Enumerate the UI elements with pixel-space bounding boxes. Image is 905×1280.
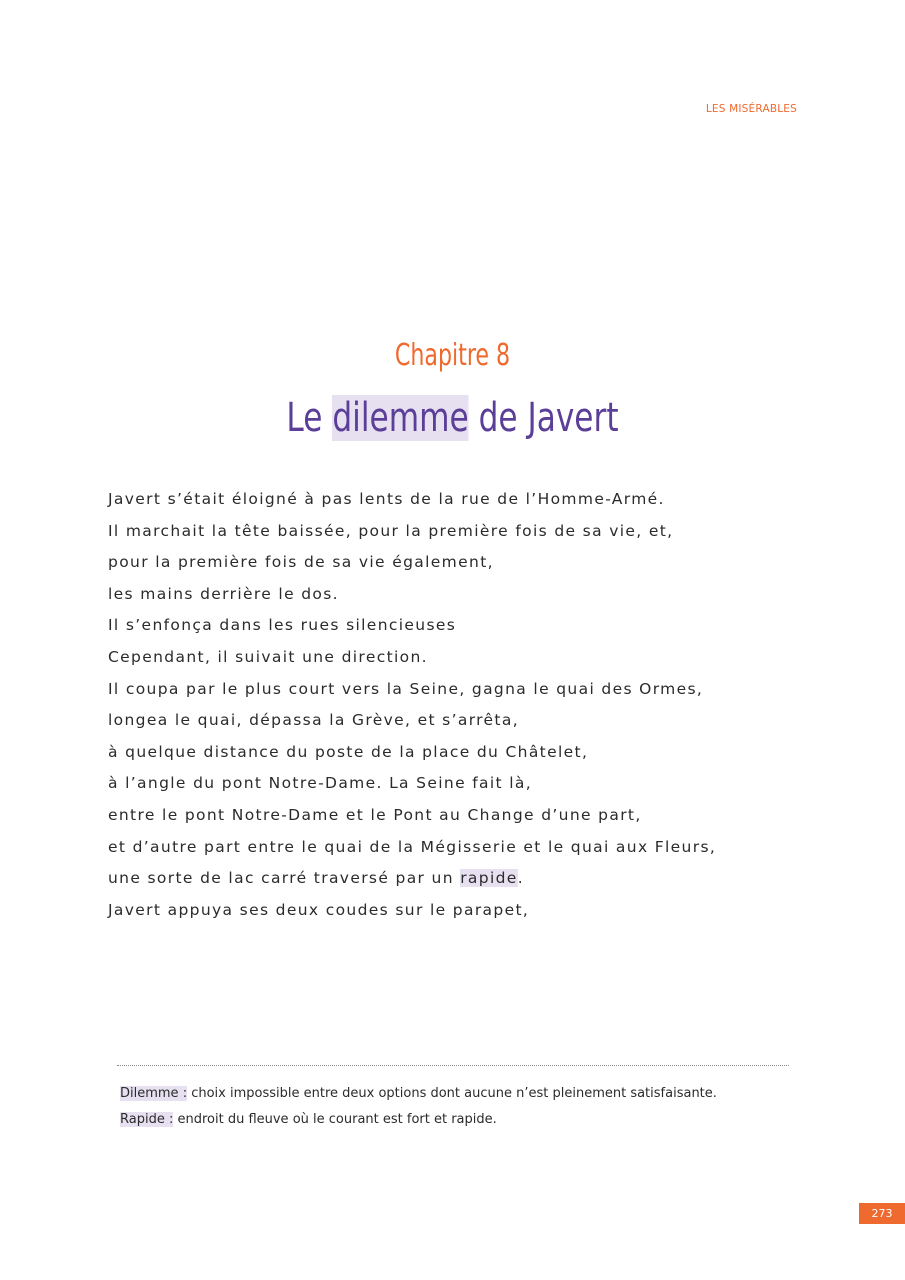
glossary-note-rapide: Rapide : endroit du fleuve où le courant…: [120, 1110, 760, 1130]
text-line: Javert appuya ses deux coudes sur le par…: [108, 900, 530, 919]
text-line: à quelque distance du poste de la place …: [108, 742, 589, 761]
chapter-title-highlighted-word: dilemme: [332, 395, 469, 441]
text-line: Javert s’était éloigné à pas lents de la…: [108, 490, 665, 508]
highlighted-word-rapide: rapide: [460, 869, 518, 888]
glossary-notes: Dilemme : choix impossible entre deux op…: [120, 1084, 760, 1136]
chapter-title-end: de Javert: [468, 395, 619, 441]
chapter-title-start: Le: [286, 395, 333, 441]
chapter-text: Javert s’était éloigné à pas lents de la…: [108, 484, 808, 926]
glossary-definition: choix impossible entre deux options dont…: [187, 1086, 717, 1101]
glossary-definition: endroit du fleuve où le courant est fort…: [173, 1112, 497, 1127]
chapter-label: Chapitre 8: [394, 338, 511, 373]
text-line-end: .: [517, 869, 524, 888]
text-line-start: une sorte de lac carré traversé par un: [108, 869, 461, 888]
text-line: et d’autre part entre le quai de la Mégi…: [108, 837, 717, 856]
text-line: entre le pont Notre-Dame et le Pont au C…: [108, 805, 642, 824]
text-line-with-highlight: une sorte de lac carré traversé par un r…: [108, 863, 808, 895]
glossary-note-dilemme: Dilemme : choix impossible entre deux op…: [120, 1084, 760, 1104]
text-line: à l’angle du pont Notre-Dame. La Seine f…: [108, 774, 533, 793]
footnote-divider: [117, 1065, 789, 1066]
glossary-term: Rapide :: [120, 1112, 174, 1127]
page-number: 273: [859, 1203, 905, 1224]
text-line: les mains derrière le dos.: [108, 584, 339, 603]
text-line: Cependant, il suivait une direction.: [108, 647, 428, 666]
running-title: LES MISÉRABLES: [705, 103, 797, 115]
chapter-title: Le dilemme de Javert: [100, 395, 806, 441]
glossary-term: Dilemme :: [120, 1086, 188, 1101]
text-line: longea le quai, dépassa la Grève, et s’a…: [108, 711, 519, 730]
text-line: pour la première fois de sa vie égalemen…: [108, 553, 494, 572]
text-line: Il coupa par le plus court vers la Seine…: [108, 679, 704, 698]
text-line: Il s’enfonça dans les rues silencieuses: [108, 616, 457, 635]
text-line: Il marchait la tête baissée, pour la pre…: [108, 521, 674, 540]
